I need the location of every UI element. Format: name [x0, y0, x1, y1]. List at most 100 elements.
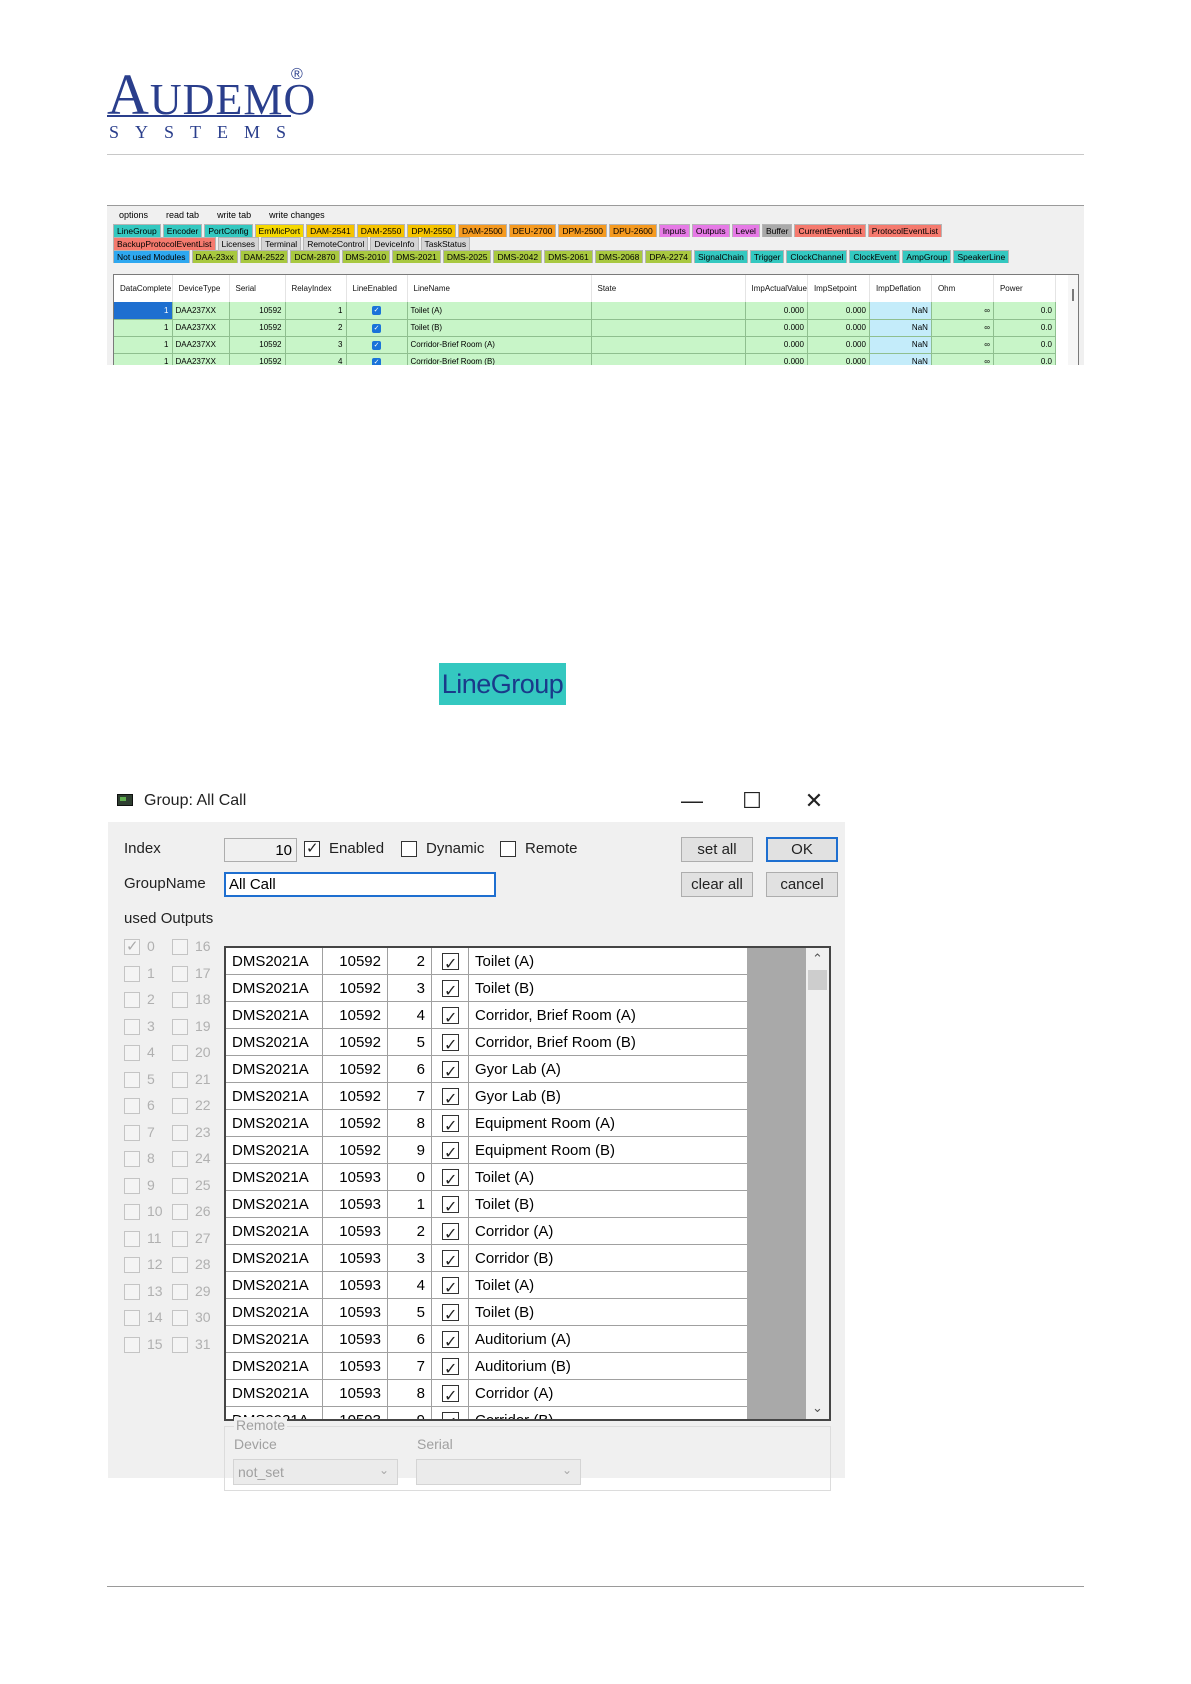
- list-row[interactable]: DMS2021A105937 Auditorium (B): [226, 1353, 747, 1380]
- list-row[interactable]: DMS2021A105926 Gyor Lab (A): [226, 1056, 747, 1083]
- tab-linegroup[interactable]: LineGroup: [113, 224, 161, 237]
- line-enabled-checkbox[interactable]: [442, 1194, 459, 1218]
- enabled-checkbox[interactable]: [304, 839, 320, 857]
- line-enabled-checkbox[interactable]: [442, 1248, 459, 1272]
- tab-daa-23xx[interactable]: DAA-23xx: [191, 250, 238, 263]
- tab-dcm-2870[interactable]: DCM-2870: [290, 250, 340, 263]
- maximize-icon[interactable]: ☐: [732, 786, 772, 816]
- tab-dam-2550[interactable]: DAM-2550: [356, 224, 406, 237]
- list-row[interactable]: DMS2021A105925 Corridor, Brief Room (B): [226, 1029, 747, 1056]
- tab-encoder[interactable]: Encoder: [162, 224, 203, 237]
- col-header[interactable]: Power: [993, 275, 1056, 302]
- tab-inputs[interactable]: Inputs: [658, 224, 690, 237]
- line-enabled-checkbox[interactable]: [442, 1059, 459, 1083]
- menu-read-tab[interactable]: read tab: [166, 210, 199, 220]
- col-header[interactable]: ImpActualValue: [745, 275, 808, 302]
- line-enabled-checkbox[interactable]: [442, 1086, 459, 1110]
- line-list[interactable]: DMS2021A105922Toilet (A)DMS2021A105923To…: [224, 946, 831, 1421]
- col-header[interactable]: State: [591, 275, 746, 302]
- list-row[interactable]: DMS2021A105932 Corridor (A): [226, 1218, 747, 1245]
- tab-signalchain[interactable]: SignalChain: [693, 250, 748, 263]
- list-row[interactable]: DMS2021A105935 Toilet (B): [226, 1299, 747, 1326]
- col-header[interactable]: DataComplete: [114, 275, 173, 302]
- scroll-thumb[interactable]: [808, 970, 827, 990]
- tab-ampgroup[interactable]: AmpGroup: [902, 250, 952, 263]
- line-enabled-checkbox[interactable]: [442, 1005, 459, 1029]
- list-row[interactable]: DMS2021A105930 Toilet (A): [226, 1164, 747, 1191]
- list-row[interactable]: DMS2021A105933 Corridor (B): [226, 1245, 747, 1272]
- scroll-down-icon[interactable]: ⌄: [806, 1397, 829, 1419]
- tab-dpu-2600[interactable]: DPU-2600: [609, 224, 657, 237]
- tab-dpm-2550[interactable]: DPM-2550: [407, 224, 457, 237]
- minimize-icon[interactable]: —: [672, 786, 712, 816]
- list-row[interactable]: DMS2021A105928 Equipment Room (A): [226, 1110, 747, 1137]
- col-header[interactable]: Ohm: [931, 275, 994, 302]
- line-enabled-checkbox[interactable]: [442, 1302, 459, 1326]
- line-enabled-checkbox[interactable]: [442, 1275, 459, 1299]
- col-header[interactable]: LineEnabled: [346, 275, 408, 302]
- tab-taskstatus[interactable]: TaskStatus: [420, 237, 471, 250]
- tab-dms-2068[interactable]: DMS-2068: [594, 250, 644, 263]
- col-header[interactable]: LineName: [407, 275, 592, 302]
- line-enabled-checkbox[interactable]: [442, 1356, 459, 1380]
- tab-dam-2541[interactable]: DAM-2541: [306, 224, 355, 237]
- tab-dms-2061[interactable]: DMS-2061: [544, 250, 593, 263]
- list-row[interactable]: DMS2021A105924 Corridor, Brief Room (A): [226, 1002, 747, 1029]
- tab-speakerline[interactable]: SpeakerLine: [953, 250, 1010, 263]
- table-row[interactable]: 1 DAA237XX 10592 3 ✓ Corridor-Brief Room (A) 0…: [114, 336, 1056, 354]
- tab-remotecontrol[interactable]: RemoteControl: [303, 237, 369, 250]
- menu-write-tab[interactable]: write tab: [217, 210, 251, 220]
- tab-not-used-modules[interactable]: Not used Modules: [113, 250, 190, 263]
- tab-portconfig[interactable]: PortConfig: [204, 224, 253, 237]
- line-enabled-checkbox[interactable]: [442, 1410, 459, 1419]
- col-header[interactable]: ImpSetpoint: [807, 275, 870, 302]
- data-grid[interactable]: DataComplete DeviceType Serial RelayInde…: [113, 274, 1079, 365]
- table-row[interactable]: 1 DAA237XX 10592 2 ✓ Toilet (B) 0.000 0.000 NaN ∞…: [114, 319, 1056, 337]
- list-row[interactable]: DMS2021A105923 Toilet (B): [226, 975, 747, 1002]
- list-row[interactable]: DMS2021A105936 Auditorium (A): [226, 1326, 747, 1353]
- tab-licenses[interactable]: Licenses: [217, 237, 260, 250]
- groupname-input[interactable]: All Call: [224, 872, 496, 897]
- line-enabled-checkbox[interactable]: [442, 1167, 459, 1191]
- line-enabled-checkbox[interactable]: [442, 1032, 459, 1056]
- line-enabled-checkbox[interactable]: [442, 1113, 459, 1137]
- tab-deviceinfo[interactable]: DeviceInfo: [370, 237, 419, 250]
- tab-backupprotocoleventlist[interactable]: BackupProtocolEventList: [113, 237, 216, 250]
- line-enabled-checkbox[interactable]: [442, 1140, 459, 1164]
- list-scrollbar[interactable]: ⌃ ⌄: [806, 948, 829, 1419]
- tab-clockevent[interactable]: ClockEvent: [849, 250, 901, 263]
- tab-dpa-2274[interactable]: DPA-2274: [645, 250, 692, 263]
- list-row[interactable]: DMS2021A105931 Toilet (B): [226, 1191, 747, 1218]
- col-header[interactable]: DeviceType: [172, 275, 230, 302]
- set-all-button[interactable]: set all: [681, 837, 753, 862]
- tab-dms-2010[interactable]: DMS-2010: [341, 250, 391, 263]
- tab-dam-2522[interactable]: DAM-2522: [239, 250, 289, 263]
- col-header[interactable]: RelayIndex: [285, 275, 347, 302]
- tab-level[interactable]: Level: [731, 224, 760, 237]
- list-row[interactable]: DMS2021A105929 Equipment Room (B): [226, 1137, 747, 1164]
- grid-scrollbar[interactable]: [1068, 275, 1078, 365]
- clear-all-button[interactable]: clear all: [681, 872, 753, 897]
- tab-dpm-2500[interactable]: DPM-2500: [558, 224, 607, 237]
- tab-currenteventlist[interactable]: CurrentEventList: [794, 224, 866, 237]
- list-row[interactable]: DMS2021A105939Corridor (B): [226, 1407, 747, 1419]
- scroll-up-icon[interactable]: ⌃: [806, 948, 829, 970]
- index-field[interactable]: 10: [224, 838, 297, 862]
- line-enabled-checkbox[interactable]: ✓: [372, 357, 381, 365]
- list-row[interactable]: DMS2021A105927 Gyor Lab (B): [226, 1083, 747, 1110]
- tab-dms-2021[interactable]: DMS-2021: [392, 250, 441, 263]
- list-row[interactable]: DMS2021A105938 Corridor (A): [226, 1380, 747, 1407]
- list-row[interactable]: DMS2021A105922 Toilet (A): [226, 948, 747, 975]
- line-enabled-checkbox[interactable]: [442, 951, 459, 975]
- dynamic-checkbox[interactable]: [401, 841, 417, 857]
- tab-protocoleventlist[interactable]: ProtocolEventList: [867, 224, 942, 237]
- tab-clockchannel[interactable]: ClockChannel: [786, 250, 848, 263]
- line-enabled-checkbox[interactable]: [442, 1383, 459, 1407]
- line-enabled-checkbox[interactable]: ✓: [372, 340, 381, 350]
- tab-buffer[interactable]: Buffer: [761, 224, 793, 237]
- ok-button[interactable]: OK: [766, 837, 838, 862]
- tab-outputs[interactable]: Outputs: [691, 224, 730, 237]
- tab-dam-2500[interactable]: DAM-2500: [458, 224, 507, 237]
- table-row[interactable]: 1 DAA237XX 10592 1 ✓ Toilet (A) 0.000 0.000 NaN ∞…: [114, 302, 1056, 320]
- tab-emmicport[interactable]: EmMicPort: [254, 224, 305, 237]
